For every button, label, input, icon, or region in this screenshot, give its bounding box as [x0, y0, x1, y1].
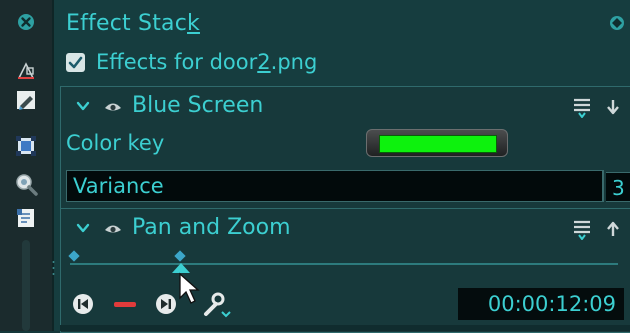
notes-icon[interactable]	[14, 206, 38, 230]
wrench-icon[interactable]	[202, 290, 232, 318]
effect-name-blue-screen: Blue Screen	[132, 93, 264, 118]
menu-icon[interactable]	[572, 218, 592, 240]
effects-checkbox-label: Effects for door2.png	[96, 50, 318, 74]
stop-icon[interactable]	[114, 302, 136, 308]
previous-keyframe-icon[interactable]	[72, 293, 94, 315]
pen-tool-icon[interactable]	[14, 88, 38, 112]
color-key-button[interactable]	[366, 129, 508, 157]
mouse-cursor-icon	[178, 272, 200, 310]
variance-label: Variance	[73, 174, 164, 198]
next-keyframe-icon[interactable]	[155, 293, 177, 315]
toolbar-scrollbar[interactable]	[22, 240, 30, 331]
keyframe-timeline[interactable]	[70, 263, 618, 265]
bottom-strip	[60, 325, 630, 331]
chevron-down-icon[interactable]	[76, 221, 90, 235]
chevron-down-icon[interactable]	[76, 99, 90, 113]
left-toolbar	[0, 0, 54, 331]
eye-icon[interactable]	[104, 221, 122, 235]
timecode-field[interactable]: 00:00:12:09	[458, 288, 624, 320]
eye-icon[interactable]	[104, 99, 122, 113]
menu-icon[interactable]	[572, 96, 592, 118]
arrow-down-icon[interactable]	[606, 98, 620, 116]
arrow-up-icon[interactable]	[606, 220, 620, 238]
effects-enabled-checkbox[interactable]	[66, 53, 85, 72]
color-key-label: Color key	[66, 131, 165, 155]
variance-divider	[602, 171, 603, 201]
effect-name-pan-and-zoom: Pan and Zoom	[132, 215, 291, 240]
crop-icon[interactable]	[14, 56, 38, 80]
zoom-icon[interactable]	[14, 172, 38, 196]
select-icon[interactable]	[14, 134, 38, 158]
color-key-swatch	[379, 135, 497, 153]
variance-slider[interactable]: Variance	[66, 170, 604, 202]
panel-close-icon[interactable]	[608, 14, 626, 32]
variance-value[interactable]: 3	[606, 172, 630, 202]
panel-title: Effect Stack	[66, 11, 200, 36]
close-icon[interactable]	[14, 10, 38, 34]
resize-grip[interactable]	[52, 258, 55, 278]
